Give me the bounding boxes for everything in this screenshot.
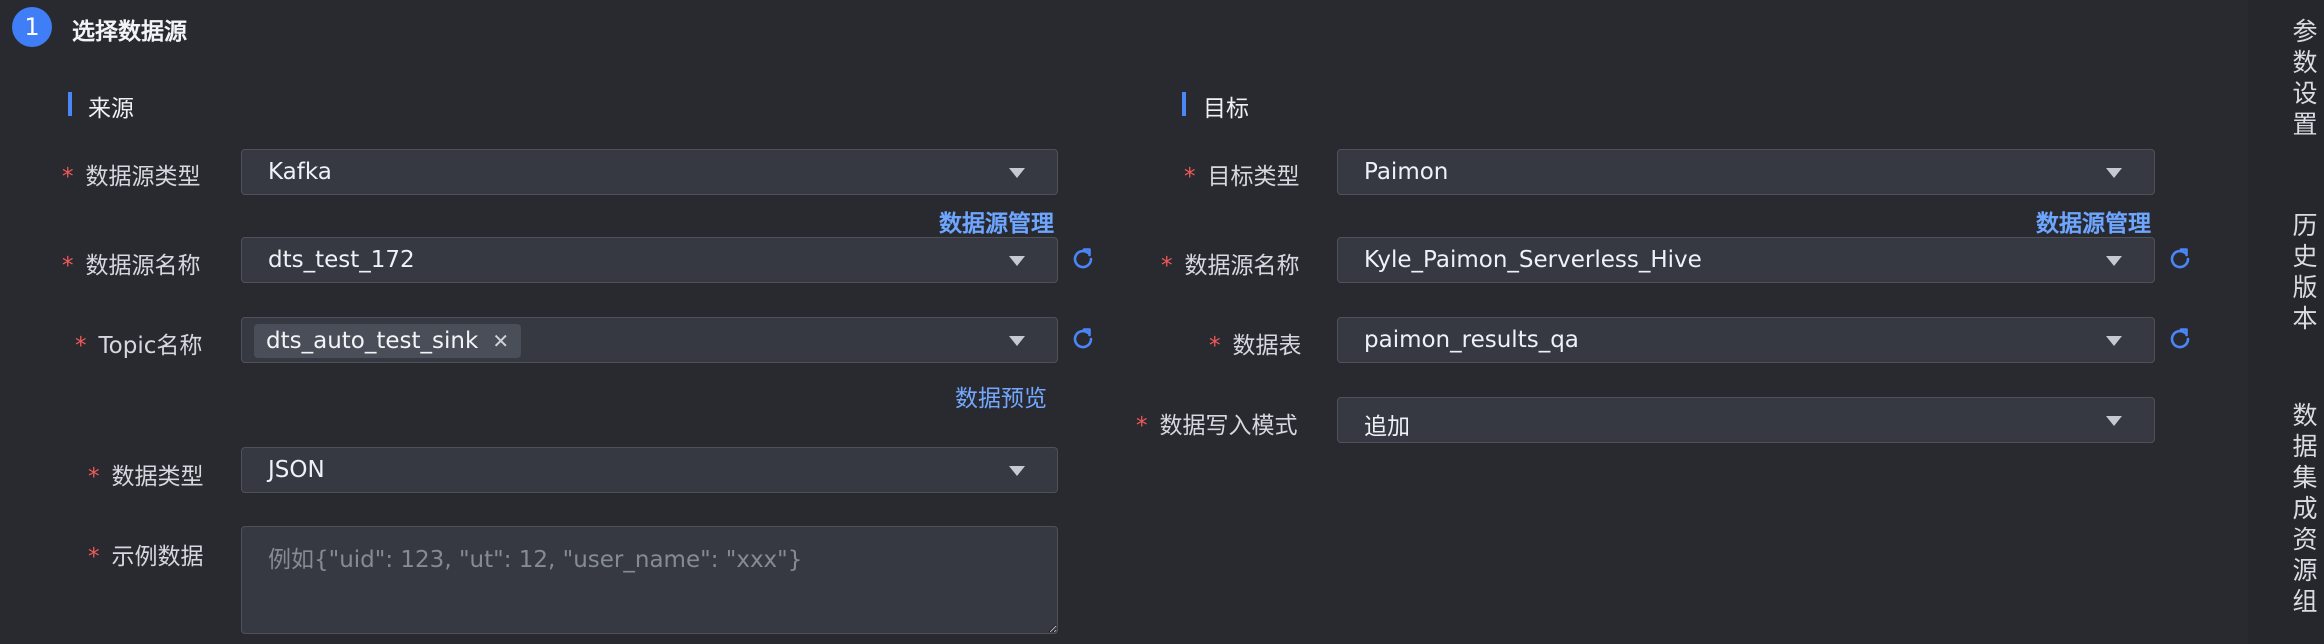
source-type-label: * 数据源类型 (62, 157, 201, 191)
target-table-select[interactable]: paimon_results_qa (1337, 317, 2155, 363)
chevron-down-icon (1009, 168, 1025, 178)
required-mark: * (1136, 413, 1148, 439)
target-table-label: * 数据表 (1209, 326, 1302, 360)
chevron-down-icon (2106, 256, 2122, 266)
chevron-down-icon (2106, 168, 2122, 178)
target-type-value: Paimon (1364, 159, 1449, 185)
source-name-select[interactable]: dts_test_172 (241, 237, 1058, 283)
target-name-select[interactable]: Kyle_Paimon_Serverless_Hive (1337, 237, 2155, 283)
target-manage-link[interactable]: 数据源管理 (2036, 204, 2151, 238)
example-data-input[interactable] (241, 526, 1058, 634)
topic-tag-label: dts_auto_test_sink (266, 328, 479, 354)
data-preview-link[interactable]: 数据预览 (955, 379, 1047, 413)
write-mode-label: * 数据写入模式 (1136, 406, 1298, 440)
required-mark: * (88, 464, 100, 490)
example-label-text: 示例数据 (111, 544, 204, 570)
chevron-down-icon (2106, 336, 2122, 346)
write-mode-select[interactable]: 追加 (1337, 397, 2155, 443)
target-name-label-text: 数据源名称 (1184, 253, 1300, 279)
source-type-value: Kafka (268, 159, 332, 185)
main-panel: 1 选择数据源 来源 * 数据源类型 Kafka 数据源管理 * 数据源名称 dts… (0, 0, 2248, 644)
target-type-label-text: 目标类型 (1207, 164, 1300, 190)
data-type-label-text: 数据类型 (111, 464, 204, 490)
chevron-down-icon (1009, 336, 1025, 346)
topic-label-text: Topic名称 (98, 333, 203, 359)
refresh-icon[interactable] (1070, 246, 1096, 272)
target-table-label-text: 数据表 (1232, 333, 1302, 359)
refresh-icon[interactable] (2167, 246, 2193, 272)
chevron-down-icon (2106, 416, 2122, 426)
source-type-label-text: 数据源类型 (85, 164, 201, 190)
required-mark: * (1161, 253, 1173, 279)
data-type-label: * 数据类型 (88, 457, 204, 491)
rail-item-resource-group[interactable]: 数据集成资源组 (2280, 402, 2320, 619)
source-name-label-text: 数据源名称 (85, 253, 201, 279)
required-mark: * (1184, 164, 1196, 190)
data-type-select[interactable]: JSON (241, 447, 1058, 493)
write-mode-label-text: 数据写入模式 (1159, 413, 1298, 439)
close-icon[interactable]: ✕ (492, 329, 509, 353)
required-mark: * (62, 164, 74, 190)
source-manage-link[interactable]: 数据源管理 (939, 204, 1054, 238)
target-table-value: paimon_results_qa (1364, 327, 1579, 353)
topic-label: * Topic名称 (75, 326, 202, 360)
refresh-icon[interactable] (1070, 326, 1096, 352)
example-label: * 示例数据 (88, 537, 204, 571)
write-mode-value: 追加 (1364, 414, 1410, 440)
step-title: 选择数据源 (72, 19, 187, 45)
source-section-title: 来源 (88, 96, 134, 122)
refresh-icon[interactable] (2167, 326, 2193, 352)
topic-select[interactable]: dts_auto_test_sink ✕ (241, 317, 1058, 363)
data-type-value: JSON (268, 457, 325, 483)
target-name-label: * 数据源名称 (1161, 246, 1300, 280)
target-section-title: 目标 (1203, 96, 1249, 122)
target-section-bar (1182, 92, 1186, 116)
chevron-down-icon (1009, 256, 1025, 266)
target-type-label: * 目标类型 (1184, 157, 1300, 191)
rail-item-params[interactable]: 参数设置 (2280, 18, 2320, 142)
target-name-value: Kyle_Paimon_Serverless_Hive (1364, 247, 1702, 273)
source-section-bar (68, 92, 72, 116)
chevron-down-icon (1009, 466, 1025, 476)
rail-item-history[interactable]: 历史版本 (2280, 212, 2320, 336)
source-type-select[interactable]: Kafka (241, 149, 1058, 195)
source-name-value: dts_test_172 (268, 247, 415, 273)
target-type-select[interactable]: Paimon (1337, 149, 2155, 195)
source-name-label: * 数据源名称 (62, 246, 201, 280)
required-mark: * (75, 333, 87, 359)
required-mark: * (1209, 333, 1221, 359)
required-mark: * (88, 544, 100, 570)
required-mark: * (62, 253, 74, 279)
topic-tag: dts_auto_test_sink ✕ (254, 324, 522, 358)
step-number-badge: 1 (12, 7, 52, 47)
